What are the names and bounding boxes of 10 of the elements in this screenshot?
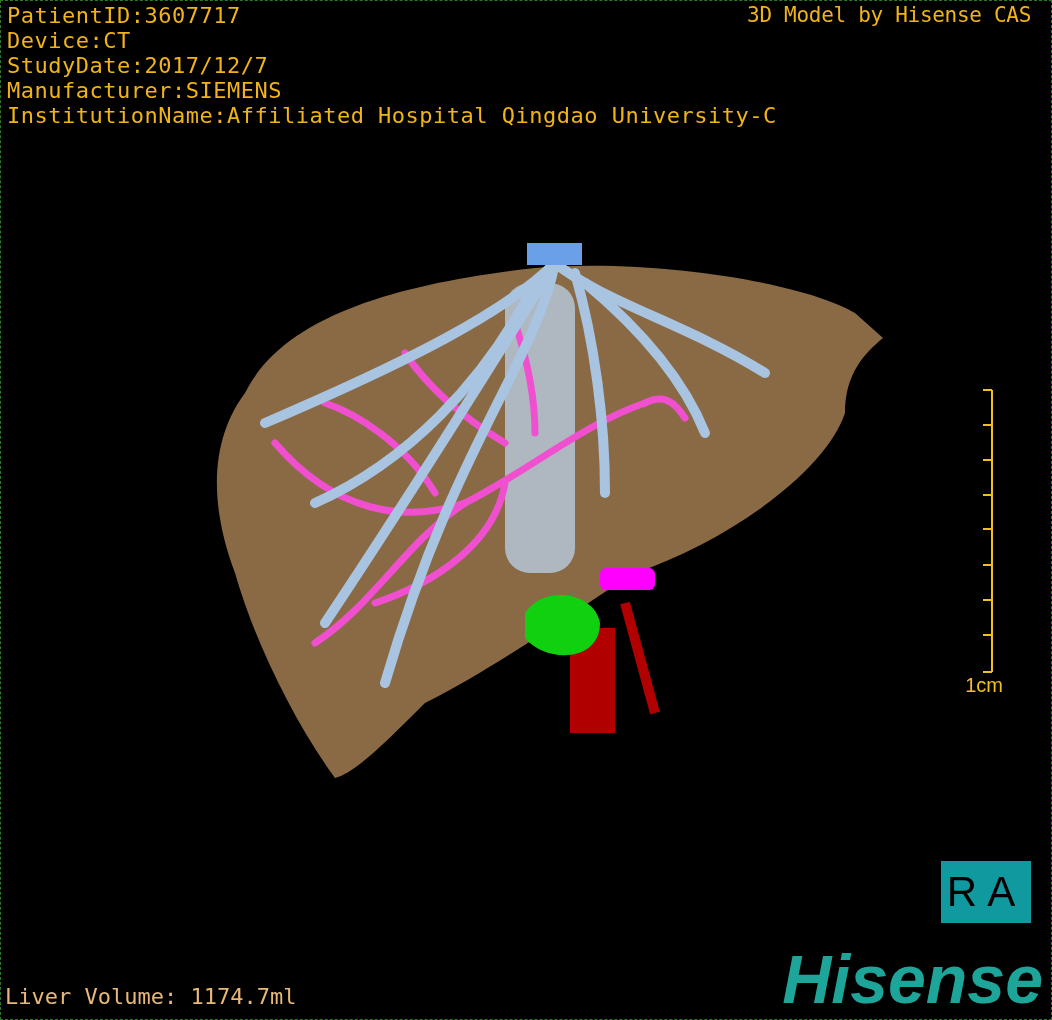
orientation-marker: RA (941, 861, 1031, 923)
study-info-line: Device:CT (7, 28, 131, 53)
liver-volume-text: Liver Volume: 1174.7ml (5, 983, 297, 1011)
study-info-line: PatientID:3607717 (7, 3, 241, 28)
logo: Hisense (782, 943, 1043, 1015)
study-info-line: InstitutionName:Affiliated Hospital Qingdao University-C (7, 103, 777, 128)
scale-label: 1cm (965, 673, 1003, 697)
model-credit: 3D Model by Hisense CAS (747, 3, 1031, 28)
study-info-line: StudyDate:2017/12/7 (7, 53, 269, 78)
study-info-line: Manufacturer:SIEMENS (7, 78, 282, 103)
